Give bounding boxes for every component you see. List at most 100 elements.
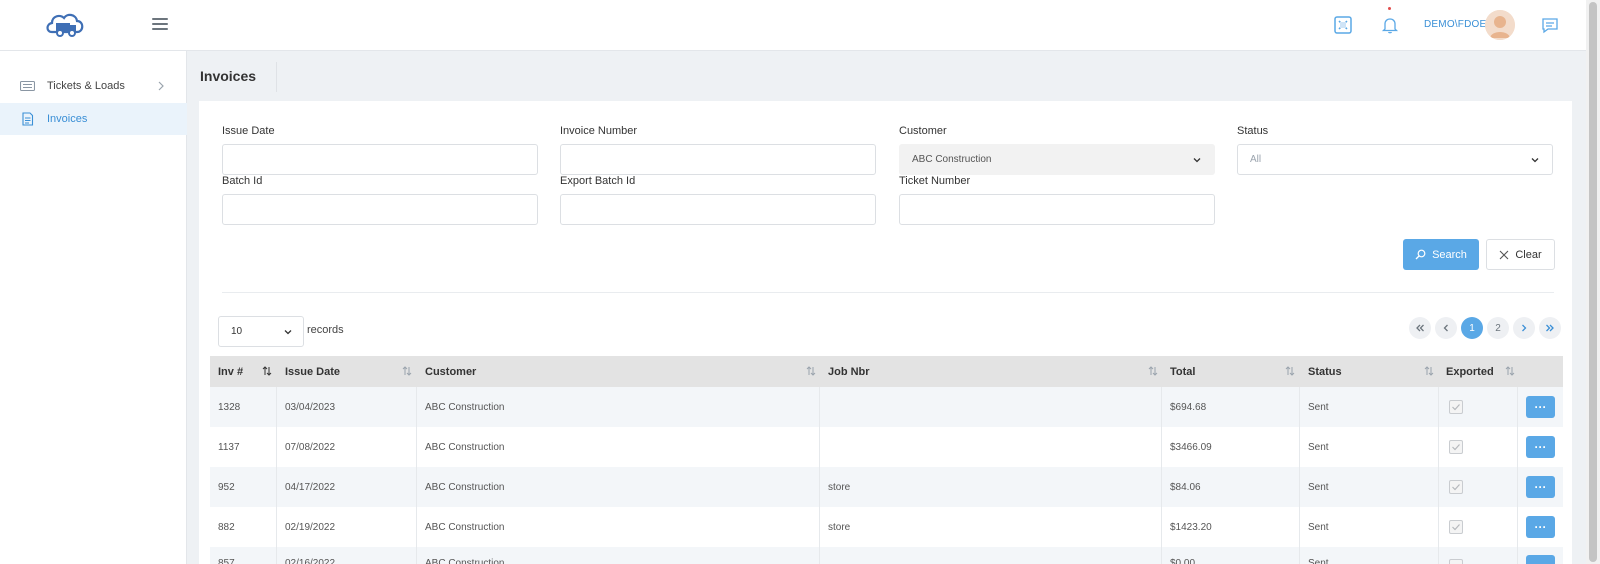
page-2-button[interactable]: 2 — [1487, 317, 1509, 339]
exported-checkbox[interactable] — [1449, 480, 1463, 494]
row-actions-button[interactable]: ··· — [1526, 436, 1555, 458]
sidebar: Tickets & Loads Invoices — [0, 51, 187, 564]
sidebar-item-label: Tickets & Loads — [47, 80, 125, 92]
search-button[interactable]: Search — [1403, 239, 1479, 270]
exported-checkbox[interactable] — [1449, 520, 1463, 534]
cell-issue-date: 02/16/2022 — [285, 557, 336, 564]
row-actions-button[interactable]: ··· — [1526, 516, 1555, 538]
sort-icon[interactable] — [806, 366, 816, 377]
sort-icon[interactable] — [1505, 366, 1515, 377]
next-page-button[interactable] — [1513, 317, 1535, 339]
last-page-button[interactable] — [1539, 317, 1561, 339]
table-row[interactable]: 952 04/17/2022 ABC Construction store $8… — [210, 467, 1563, 507]
first-page-button[interactable] — [1409, 317, 1431, 339]
cell-customer: ABC Construction — [425, 557, 505, 564]
sort-icon[interactable] — [1285, 366, 1295, 377]
search-icon — [1415, 249, 1426, 260]
invoice-number-input[interactable] — [560, 144, 876, 175]
table-row[interactable]: 882 02/19/2022 ABC Construction store $1… — [210, 507, 1563, 547]
batch-id-input[interactable] — [222, 194, 538, 225]
cell-status: Sent — [1308, 401, 1329, 413]
user-name[interactable]: DEMO\FDOE — [1424, 19, 1486, 30]
customer-select[interactable]: ABC Construction — [899, 144, 1215, 175]
status-select[interactable]: All — [1237, 144, 1553, 175]
chevron-down-icon — [1193, 158, 1201, 163]
cell-inv-number: 1137 — [218, 441, 240, 453]
exported-checkbox[interactable] — [1449, 440, 1463, 454]
records-per-page-select[interactable]: 10 — [218, 316, 304, 347]
status-label: Status — [1237, 125, 1269, 137]
cell-inv-number: 952 — [218, 481, 235, 493]
sort-icon[interactable] — [1148, 366, 1158, 377]
user-avatar-icon — [1485, 10, 1515, 40]
cell-status: Sent — [1308, 481, 1329, 493]
issue-date-label: Issue Date — [222, 125, 275, 137]
cell-job-nbr: store — [828, 521, 851, 533]
cell-customer: ABC Construction — [425, 481, 505, 493]
avatar[interactable] — [1485, 10, 1515, 40]
header-issue-date[interactable]: Issue Date — [277, 356, 340, 387]
header-status[interactable]: Status — [1300, 356, 1342, 387]
row-actions-button[interactable]: ··· — [1526, 476, 1555, 498]
truck-cloud-logo[interactable] — [44, 10, 86, 40]
chevron-right-icon — [158, 81, 164, 91]
header-job-nbr[interactable]: Job Nbr — [820, 356, 870, 387]
chevron-left-icon — [1443, 324, 1448, 332]
cell-job-nbr: store — [828, 481, 851, 493]
checkmark-icon — [1452, 484, 1460, 491]
table-row[interactable]: 1328 03/04/2023 ABC Construction $694.68… — [210, 387, 1563, 427]
cell-issue-date: 03/04/2023 — [285, 401, 336, 413]
header-exported[interactable]: Exported — [1438, 356, 1494, 387]
chat-icon[interactable] — [1541, 16, 1559, 34]
records-label: records — [307, 324, 344, 336]
table-row[interactable]: 1137 07/08/2022 ABC Construction $3466.0… — [210, 427, 1563, 467]
cell-inv-number: 1328 — [218, 401, 241, 413]
invoice-number-label: Invoice Number — [560, 125, 638, 137]
customer-label: Customer — [899, 125, 947, 137]
double-chevron-right-icon — [1546, 324, 1554, 332]
cell-total: $84.06 — [1170, 481, 1201, 493]
cell-issue-date: 04/17/2022 — [285, 481, 336, 493]
row-actions-button[interactable]: ··· — [1526, 555, 1555, 564]
header-inv-number[interactable]: Inv # — [210, 356, 243, 387]
fullscreen-icon[interactable] — [1334, 16, 1352, 34]
cell-inv-number: 857 — [218, 557, 235, 564]
header-customer[interactable]: Customer — [417, 356, 476, 387]
ticket-number-input[interactable] — [899, 194, 1215, 225]
page-1-button[interactable]: 1 — [1461, 317, 1483, 339]
issue-date-input[interactable] — [222, 144, 538, 175]
exported-checkbox[interactable] — [1449, 400, 1463, 414]
export-batch-id-label: Export Batch Id — [560, 175, 636, 187]
prev-page-button[interactable] — [1435, 317, 1457, 339]
vertical-scrollbar[interactable] — [1586, 0, 1600, 564]
header-total[interactable]: Total — [1162, 356, 1195, 387]
sidebar-item-tickets-loads[interactable]: Tickets & Loads — [0, 70, 187, 102]
sort-icon[interactable] — [262, 366, 272, 377]
search-button-label: Search — [1432, 248, 1467, 261]
checkmark-icon — [1452, 444, 1460, 451]
sort-icon[interactable] — [402, 366, 412, 377]
title-divider — [276, 62, 277, 92]
row-actions-button[interactable]: ··· — [1526, 396, 1555, 418]
checkmark-icon — [1452, 524, 1460, 531]
cell-status: Sent — [1308, 557, 1329, 564]
sidebar-item-invoices[interactable]: Invoices — [0, 103, 187, 135]
export-batch-id-input[interactable] — [560, 194, 876, 225]
exported-checkbox[interactable] — [1449, 559, 1463, 564]
cell-status: Sent — [1308, 441, 1329, 453]
customer-select-value: ABC Construction — [912, 154, 992, 165]
cell-customer: ABC Construction — [425, 401, 505, 413]
scrollbar-thumb[interactable] — [1589, 2, 1597, 562]
ticket-icon — [20, 80, 35, 92]
cell-total: $694.68 — [1170, 401, 1207, 413]
clear-button[interactable]: Clear — [1486, 239, 1555, 270]
chevron-down-icon — [284, 330, 292, 335]
records-per-page-value: 10 — [231, 326, 243, 337]
page-title: Invoices — [200, 68, 257, 84]
sort-icon[interactable] — [1424, 366, 1434, 377]
cell-job-nbr — [820, 547, 828, 564]
bell-icon[interactable] — [1381, 16, 1399, 34]
table-row[interactable]: 857 02/16/2022 ABC Construction $0.00 Se… — [210, 547, 1563, 564]
menu-toggle-icon[interactable] — [152, 16, 168, 32]
double-chevron-left-icon — [1416, 324, 1424, 332]
